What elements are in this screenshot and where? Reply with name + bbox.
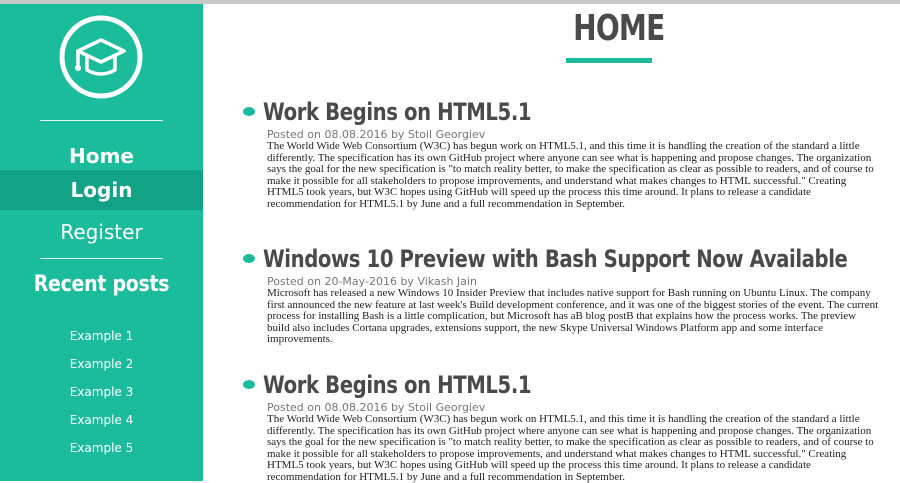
bullet-icon <box>243 254 255 263</box>
recent-post-link[interactable]: Example 2 <box>0 357 203 371</box>
post-title[interactable]: Work Begins on HTML5.1 <box>263 371 532 399</box>
post-body: Microsoft has released a new Windows 10 … <box>267 287 879 345</box>
nav-register[interactable]: Register <box>0 216 203 248</box>
main-content: HOME Work Begins on HTML5.1 Posted on 08… <box>203 4 900 483</box>
sidebar: Home Login Register Recent posts Example… <box>0 4 203 481</box>
recent-post-link[interactable]: Example 4 <box>0 413 203 427</box>
nav-home[interactable]: Home <box>0 140 203 172</box>
page-title: HOME <box>573 8 665 49</box>
bullet-icon <box>243 380 255 389</box>
bullet-icon <box>243 107 255 116</box>
recent-post-link[interactable]: Example 1 <box>0 329 203 343</box>
page-title-underline <box>566 58 652 63</box>
post-title[interactable]: Windows 10 Preview with Bash Support Now… <box>263 245 848 273</box>
recent-posts-heading: Recent posts <box>33 272 170 297</box>
post-body: The World Wide Web Consortium (W3C) has … <box>267 140 874 210</box>
nav-login[interactable]: Login <box>0 170 203 210</box>
post-body: The World Wide Web Consortium (W3C) has … <box>267 413 874 483</box>
sidebar-divider <box>40 258 163 259</box>
post-title[interactable]: Work Begins on HTML5.1 <box>263 98 532 126</box>
recent-post-link[interactable]: Example 5 <box>0 441 203 455</box>
graduation-cap-logo-icon[interactable] <box>58 14 144 100</box>
sidebar-divider <box>40 120 163 121</box>
recent-post-link[interactable]: Example 3 <box>0 385 203 399</box>
